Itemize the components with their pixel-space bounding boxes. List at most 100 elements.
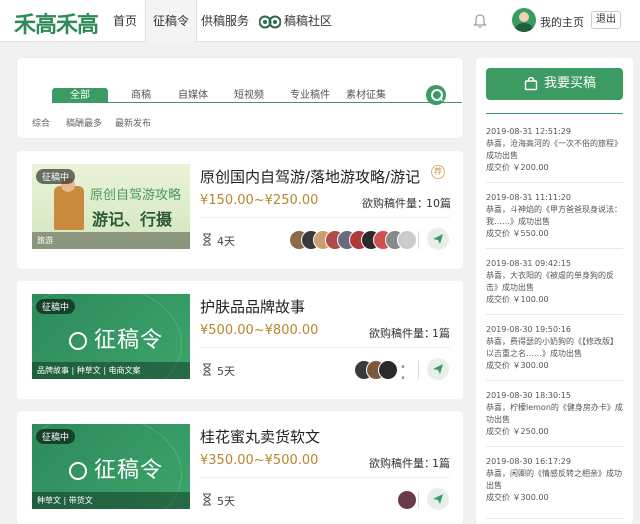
- tab-short-video[interactable]: 短视频: [227, 88, 271, 103]
- wanted-count: 1篇: [432, 457, 450, 470]
- logout-button[interactable]: 退出: [591, 11, 621, 29]
- sort-highest-fee[interactable]: 稿酬最多: [66, 116, 102, 129]
- tabs-underline: [52, 102, 462, 103]
- sort-newest[interactable]: 最新发布: [115, 116, 151, 129]
- tab-all[interactable]: 全部: [52, 88, 108, 103]
- task-thumbnail[interactable]: 征稿令 征稿中 品牌故事 | 种草文 | 电商文案: [32, 294, 190, 379]
- card-divider: [200, 347, 450, 348]
- hourglass-icon: [203, 363, 211, 376]
- feed-time: 2019-08-31 12:51:29: [486, 127, 571, 136]
- remaining-days: 5天: [217, 365, 235, 378]
- sort-overall[interactable]: 综合: [32, 116, 50, 129]
- buy-manuscript-button[interactable]: 我要买稿: [486, 68, 623, 100]
- shopping-bag-icon: [524, 77, 538, 91]
- thumb-caption-2: 游记、行摄: [92, 210, 173, 229]
- feed-message: 恭喜，柠檬lemon的《健身房办卡》成功出售: [486, 403, 623, 424]
- nav-call-for-papers[interactable]: 征稿令: [145, 0, 198, 42]
- feed-price: 成交价 ￥250.00: [486, 427, 549, 436]
- tab-professional[interactable]: 专业稿件: [281, 88, 339, 103]
- feed-message: 恭喜，斗神焰的《甲方爸爸现身说法：我……》成功出售: [486, 205, 622, 226]
- task-price: ¥350.00~¥500.00: [200, 453, 319, 468]
- feed-time: 2019-08-30 16:17:29: [486, 457, 571, 466]
- nav-supply-service[interactable]: 供稿服务: [201, 0, 249, 42]
- send-button[interactable]: [427, 228, 449, 250]
- wanted-count: 10篇: [426, 197, 451, 210]
- feed-message: 恭喜，大衣阳的《被虐的单身狗的反击》成功出售: [486, 271, 614, 292]
- status-badge: 征稿中: [36, 299, 76, 314]
- feed-time: 2019-08-30 19:50:16: [486, 325, 571, 334]
- remaining-days: 4天: [217, 235, 235, 248]
- task-thumbnail[interactable]: 征稿令 征稿中 种草文 | 带货文: [32, 424, 190, 509]
- top-nav-bar: 禾高禾高 首页 征稿令 供稿服务 稿稿社区 我的主页 退出: [0, 0, 640, 42]
- recommend-medal-icon: 荐: [431, 165, 445, 179]
- paper-plane-icon: [433, 364, 443, 374]
- status-badge: 征稿中: [36, 169, 76, 184]
- task-tags: 种草文 | 带货文: [32, 492, 190, 509]
- nav-home[interactable]: 首页: [113, 0, 137, 42]
- feed-price: 成交价 ￥100.00: [486, 295, 549, 304]
- feed-price: 成交价 ￥550.00: [486, 229, 549, 238]
- feed-message: 恭喜，费得瑟的小奶狗的《【修改版】以吉重之名……》成功出售: [486, 337, 618, 358]
- feed-item[interactable]: 2019-08-31 12:51:29 恭喜，沧海高河的《一次不俗的旅程》成功出…: [486, 126, 623, 174]
- wanted-count: 1篇: [432, 327, 450, 340]
- feed-item[interactable]: 2019-08-30 16:17:29 恭喜，闲卿的《情感反转之相亲》成功出售 …: [486, 456, 623, 504]
- banner-logo-icon: [69, 332, 87, 350]
- my-homepage-link[interactable]: 我的主页: [540, 14, 584, 30]
- send-button[interactable]: [427, 488, 449, 510]
- task-price: ¥150.00~¥250.00: [200, 193, 319, 208]
- feed-divider: [486, 446, 623, 447]
- wanted-count-label: 欲购稿件量：: [369, 457, 435, 470]
- nav-community[interactable]: 稿稿社区: [284, 0, 332, 42]
- action-separator: [418, 491, 419, 509]
- feed-time: 2019-08-30 18:30:15: [486, 391, 571, 400]
- card-divider: [200, 217, 450, 218]
- feed-divider: [486, 380, 623, 381]
- avatar[interactable]: [378, 360, 398, 380]
- feed-divider: [486, 518, 623, 519]
- task-title[interactable]: 护肤品品牌故事: [200, 296, 305, 317]
- hourglass-icon: [203, 233, 211, 246]
- wanted-count-label: 欲购稿件量：: [362, 197, 428, 210]
- task-card[interactable]: 征稿令 征稿中 种草文 | 带货文 桂花蜜丸卖货软文 ¥350.00~¥500.…: [17, 411, 463, 524]
- task-card[interactable]: 原创自驾游攻略 游记、行摄 征稿中 旅游 原创国内自驾游/落地游攻略/游记 荐 …: [17, 151, 463, 269]
- status-badge: 征稿中: [36, 429, 76, 444]
- task-price: ¥500.00~¥800.00: [200, 323, 319, 338]
- feed-time: 2019-08-31 09:42:15: [486, 259, 571, 268]
- feed-item[interactable]: 2019-08-30 18:30:15 恭喜，柠檬lemon的《健身房办卡》成功…: [486, 390, 623, 438]
- thumb-caption-1: 原创自驾游攻略: [90, 188, 182, 203]
- wanted-count-label: 欲购稿件量：: [369, 327, 435, 340]
- feed-item[interactable]: 2019-08-31 11:11:20 恭喜，斗神焰的《甲方爸爸现身说法：我………: [486, 192, 623, 240]
- feed-divider: [486, 248, 623, 249]
- task-title[interactable]: 原创国内自驾游/落地游攻略/游记: [200, 166, 420, 187]
- feed-message: 恭喜，沧海高河的《一次不俗的旅程》成功出售: [486, 139, 622, 160]
- tab-materials[interactable]: 素材征集: [337, 88, 395, 103]
- traveler-figure: [54, 186, 84, 230]
- feed-item[interactable]: 2019-08-31 09:42:15 恭喜，大衣阳的《被虐的单身狗的反击》成功…: [486, 258, 623, 306]
- task-card[interactable]: 征稿令 征稿中 品牌故事 | 种草文 | 电商文案 护肤品品牌故事 ¥500.0…: [17, 281, 463, 399]
- user-avatar[interactable]: [512, 8, 536, 32]
- feed-item[interactable]: 2019-08-30 19:50:16 恭喜，费得瑟的小奶狗的《【修改版】以吉重…: [486, 324, 623, 372]
- task-thumbnail[interactable]: 原创自驾游攻略 游记、行摄 征稿中 旅游: [32, 164, 190, 249]
- feed-time: 2019-08-31 11:11:20: [486, 193, 571, 202]
- feed-divider: [486, 182, 623, 183]
- action-separator: [418, 361, 419, 379]
- feed-price: 成交价 ￥300.00: [486, 493, 549, 502]
- bell-icon[interactable]: [473, 13, 487, 29]
- task-tags: 旅游: [32, 232, 190, 249]
- action-separator: [418, 231, 419, 249]
- avatar[interactable]: [397, 230, 417, 250]
- site-logo[interactable]: 禾高禾高: [14, 7, 99, 39]
- remaining-days: 5天: [217, 495, 235, 508]
- tab-commercial[interactable]: 商稿: [121, 88, 161, 103]
- banner-logo-icon: [69, 462, 87, 480]
- feed-price: 成交价 ￥200.00: [486, 163, 549, 172]
- send-button[interactable]: [427, 358, 449, 380]
- tab-self-media[interactable]: 自媒体: [171, 88, 215, 103]
- more-avatars-ellipsis: • •: [400, 362, 406, 384]
- filter-panel: 全部 商稿 自媒体 短视频 专业稿件 素材征集 综合 稿酬最多 最新发布: [17, 58, 463, 138]
- thumb-caption: 征稿令: [94, 458, 164, 483]
- task-title[interactable]: 桂花蜜丸卖货软文: [200, 426, 320, 447]
- avatar[interactable]: [397, 490, 417, 510]
- paper-plane-icon: [433, 234, 443, 244]
- feed-message: 恭喜，闲卿的《情感反转之相亲》成功出售: [486, 469, 622, 490]
